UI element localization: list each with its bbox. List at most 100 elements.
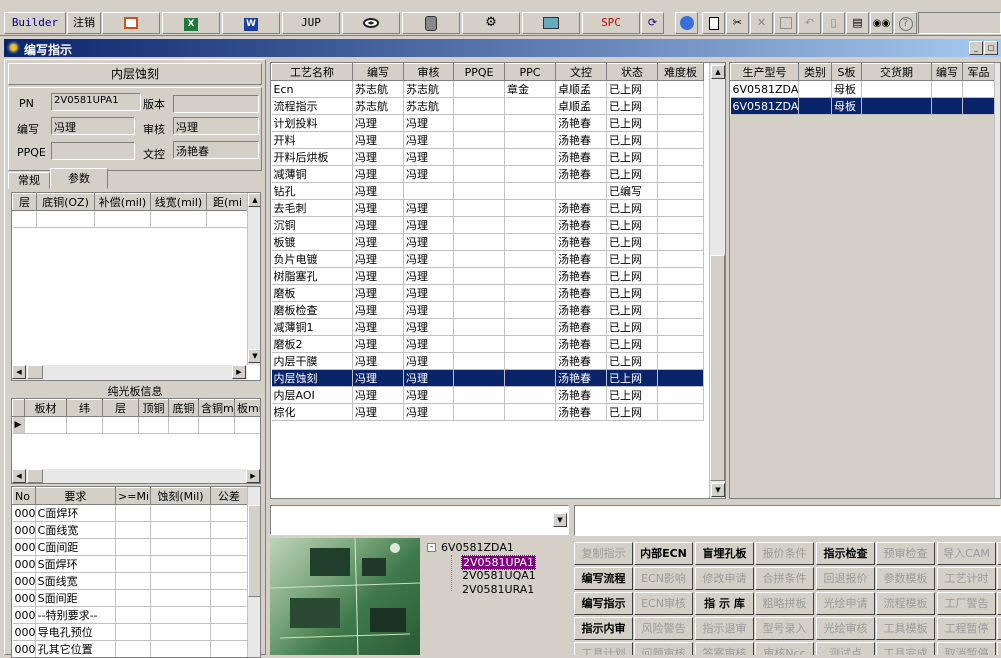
- process-cell[interactable]: [453, 216, 505, 234]
- process-cell[interactable]: 已上网: [606, 403, 658, 421]
- optical-col-thick[interactable]: 板mm: [234, 399, 260, 417]
- process-cell[interactable]: [657, 301, 704, 319]
- req-col-tol[interactable]: 公差: [209, 487, 249, 505]
- process-cell[interactable]: 冯理: [352, 148, 404, 166]
- model-col-type[interactable]: 类别: [798, 63, 832, 81]
- process-cell[interactable]: 汤艳春: [555, 335, 607, 353]
- scroll-left-icon[interactable]: ◀: [12, 469, 26, 483]
- req-cell[interactable]: [150, 572, 211, 590]
- tree-node[interactable]: 2V0581UQA1: [461, 569, 537, 582]
- process-cell[interactable]: 内层AOI: [271, 386, 353, 404]
- action-button[interactable]: 发送指示: [997, 542, 1001, 565]
- process-cell[interactable]: 已上网: [606, 386, 658, 404]
- scroll-right-icon[interactable]: ▶: [246, 469, 260, 483]
- process-cell[interactable]: 冯理: [352, 284, 404, 302]
- process-cell[interactable]: [657, 250, 704, 268]
- process-cell[interactable]: 已上网: [606, 284, 658, 302]
- process-cell[interactable]: 苏志航: [352, 80, 404, 98]
- process-cell[interactable]: 板镀: [271, 233, 353, 251]
- tab-parameters[interactable]: 参数: [50, 168, 108, 189]
- param-hscroll[interactable]: ◀ ▶: [12, 365, 247, 380]
- tree-node[interactable]: 2V0581UPA1: [461, 555, 537, 570]
- ppqe-field[interactable]: [51, 142, 135, 160]
- action-button[interactable]: 取消暂停: [937, 642, 996, 655]
- process-cell[interactable]: 冯理: [352, 318, 404, 336]
- process-cell[interactable]: 卓顺孟: [555, 97, 607, 115]
- process-cell[interactable]: [453, 233, 505, 251]
- process-cell[interactable]: [504, 250, 556, 268]
- optical-col-weft[interactable]: 纬: [66, 399, 103, 417]
- process-cell[interactable]: [403, 182, 454, 200]
- process-cell[interactable]: 已编写: [606, 182, 658, 200]
- process-cell[interactable]: 已上网: [606, 369, 658, 387]
- model-cell[interactable]: [798, 80, 832, 98]
- action-button[interactable]: 盲埋孔板: [695, 542, 754, 565]
- process-cell[interactable]: 已上网: [606, 250, 658, 268]
- req-col-no[interactable]: No: [12, 487, 36, 505]
- tree-root[interactable]: 6V0581ZDA1: [441, 541, 514, 554]
- model-col-sboard[interactable]: S板: [831, 63, 862, 81]
- requirement-row[interactable]: 000 C面焊环: [12, 504, 249, 522]
- process-cell[interactable]: 冯理: [352, 114, 404, 132]
- chevron-down-icon[interactable]: ▼: [553, 513, 567, 527]
- action-button[interactable]: 工具计划: [574, 642, 633, 655]
- process-cell[interactable]: 冯理: [403, 369, 454, 387]
- req-no[interactable]: 000: [12, 521, 36, 539]
- process-cell[interactable]: 沉铜: [271, 216, 353, 234]
- process-cell[interactable]: [453, 352, 505, 370]
- process-cell[interactable]: 冯理: [352, 250, 404, 268]
- tree-collapse-icon[interactable]: -: [427, 543, 436, 552]
- action-button[interactable]: 指示检查: [816, 542, 875, 565]
- action-button[interactable]: 测试点: [816, 642, 875, 655]
- tools-button[interactable]: ⚙: [462, 12, 520, 34]
- process-cell[interactable]: [453, 165, 505, 183]
- process-row[interactable]: 磨板2 冯理 冯理 汤艳春 已上网: [271, 335, 704, 353]
- scroll-thumb[interactable]: [27, 365, 43, 379]
- process-cell[interactable]: 冯理: [352, 403, 404, 421]
- process-row[interactable]: Ecn 苏志航 苏志航 章金 卓顺孟 已上网: [271, 80, 704, 98]
- process-row[interactable]: 开料 冯理 冯理 汤艳春 已上网: [271, 131, 704, 149]
- requirement-row[interactable]: 000 C面间距: [12, 538, 249, 556]
- process-cell[interactable]: 树脂塞孔: [271, 267, 353, 285]
- process-cell[interactable]: 冯理: [403, 301, 454, 319]
- req-no[interactable]: 000: [12, 555, 36, 573]
- action-button[interactable]: 锁住编写: [997, 592, 1001, 615]
- process-cell[interactable]: 冯理: [403, 250, 454, 268]
- req-text[interactable]: --特别要求--: [35, 606, 117, 624]
- requirement-row[interactable]: 000 S面焊环: [12, 555, 249, 573]
- process-cell[interactable]: 已上网: [606, 267, 658, 285]
- cut-button[interactable]: ✂: [726, 12, 749, 34]
- process-cell[interactable]: 汤艳春: [555, 233, 607, 251]
- action-button[interactable]: 修改申请: [695, 567, 754, 590]
- process-cell[interactable]: 冯理: [352, 216, 404, 234]
- process-cell[interactable]: [453, 250, 505, 268]
- model-col-due[interactable]: 交货期: [861, 63, 932, 81]
- action-button[interactable]: 解锁编写: [997, 617, 1001, 640]
- req-cell[interactable]: [210, 555, 249, 573]
- process-cell[interactable]: 流程指示: [271, 97, 353, 115]
- optical-hscroll[interactable]: ◀ ▶: [12, 469, 260, 483]
- process-row[interactable]: 负片电镀 冯理 冯理 汤艳春 已上网: [271, 250, 704, 268]
- req-cell[interactable]: [210, 572, 249, 590]
- process-row[interactable]: 减薄铜1 冯理 冯理 汤艳春 已上网: [271, 318, 704, 336]
- process-cell[interactable]: [504, 386, 556, 404]
- process-cell[interactable]: [453, 97, 505, 115]
- process-cell[interactable]: 汤艳春: [555, 284, 607, 302]
- requirement-row[interactable]: 000 S面间距: [12, 589, 249, 607]
- proc-col-editor[interactable]: 编写: [352, 63, 404, 81]
- process-cell[interactable]: 冯理: [352, 369, 404, 387]
- minimize-button[interactable]: _: [969, 41, 983, 55]
- process-cell[interactable]: [657, 335, 704, 353]
- spc-button[interactable]: SPC: [582, 12, 640, 34]
- process-cell[interactable]: 冯理: [403, 199, 454, 217]
- process-cell[interactable]: [453, 131, 505, 149]
- req-no[interactable]: 000: [12, 589, 36, 607]
- req-cell[interactable]: [115, 572, 152, 590]
- proc-col-difficulty[interactable]: 难度板: [657, 63, 704, 81]
- process-cell[interactable]: 汤艳春: [555, 250, 607, 268]
- process-cell[interactable]: 苏志航: [403, 97, 454, 115]
- req-no[interactable]: 000: [12, 623, 36, 641]
- process-cell[interactable]: [504, 284, 556, 302]
- process-cell[interactable]: [657, 216, 704, 234]
- process-cell[interactable]: 冯理: [403, 386, 454, 404]
